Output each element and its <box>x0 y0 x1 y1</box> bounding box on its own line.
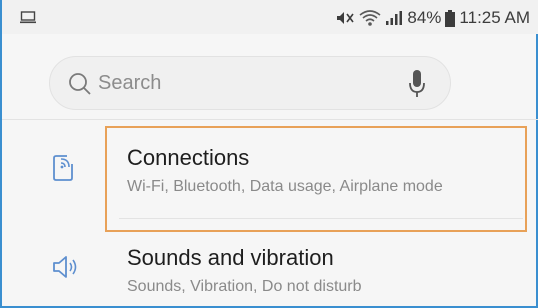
battery-percent: 84% <box>407 8 442 27</box>
status-bar: 84% 11:25 AM <box>2 0 538 34</box>
connections-icon <box>52 154 74 187</box>
clock: 11:25 AM <box>459 8 530 27</box>
settings-screen: 84% 11:25 AM Search Connections Wi-Fi, B… <box>0 0 538 308</box>
divider <box>119 218 523 219</box>
setting-title: Sounds and vibration <box>127 245 334 270</box>
wifi-icon <box>359 9 381 27</box>
signal-icon <box>385 10 403 26</box>
settings-item-connections[interactable]: Connections Wi-Fi, Bluetooth, Data usage… <box>2 120 538 232</box>
settings-item-sounds-and-vibration[interactable]: Sounds and vibration Sounds, Vibration, … <box>2 232 538 308</box>
setting-subtitle: Wi-Fi, Bluetooth, Data usage, Airplane m… <box>127 178 443 195</box>
setting-subtitle: Sounds, Vibration, Do not disturb <box>127 278 362 295</box>
microphone-icon[interactable] <box>408 69 426 104</box>
search-bar[interactable]: Search <box>49 56 451 110</box>
status-icons: 84% 11:25 AM <box>335 7 530 29</box>
volume-icon <box>52 254 80 285</box>
search-input[interactable]: Search <box>98 72 161 95</box>
screen-mirror-icon <box>20 11 36 24</box>
search-icon <box>68 72 92 101</box>
mute-icon <box>335 10 355 26</box>
setting-title: Connections <box>127 145 250 170</box>
battery-icon <box>445 9 456 27</box>
